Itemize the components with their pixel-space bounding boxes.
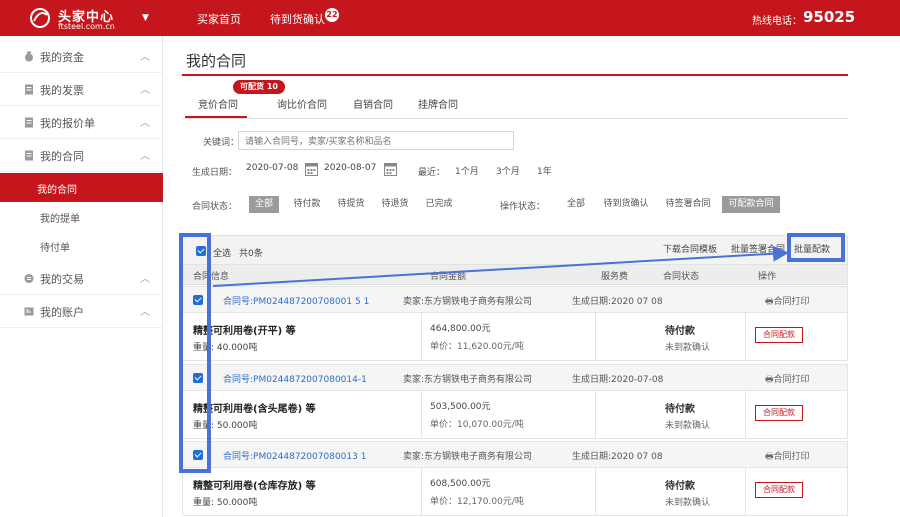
annotation-arrow — [212, 245, 789, 287]
